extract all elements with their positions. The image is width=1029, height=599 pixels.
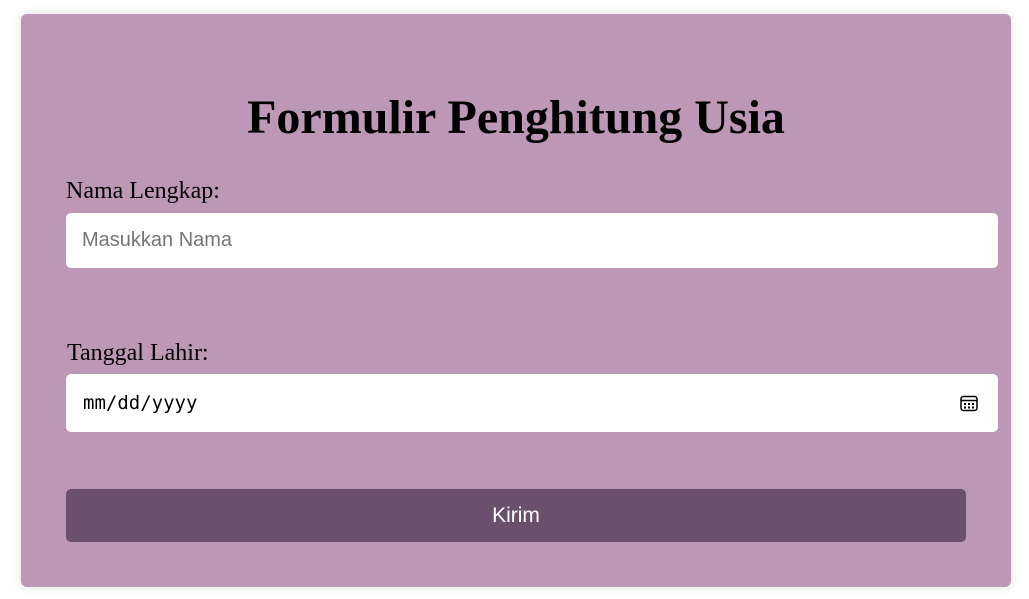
- form-title: Formulir Penghitung Usia: [247, 91, 785, 144]
- name-field[interactable]: [66, 213, 998, 268]
- calendar-icon[interactable]: [959, 393, 979, 413]
- dob-date-placeholder[interactable]: mm/dd/yyyy: [83, 374, 197, 432]
- name-label: Nama Lengkap:: [66, 178, 220, 204]
- submit-button[interactable]: Kirim: [66, 489, 966, 542]
- dob-field[interactable]: mm/dd/yyyy: [66, 374, 998, 432]
- dob-label: Tanggal Lahir:: [67, 340, 209, 366]
- age-calculator-form: Formulir Penghitung Usia Nama Lengkap: T…: [21, 14, 1011, 587]
- name-input[interactable]: [66, 213, 998, 268]
